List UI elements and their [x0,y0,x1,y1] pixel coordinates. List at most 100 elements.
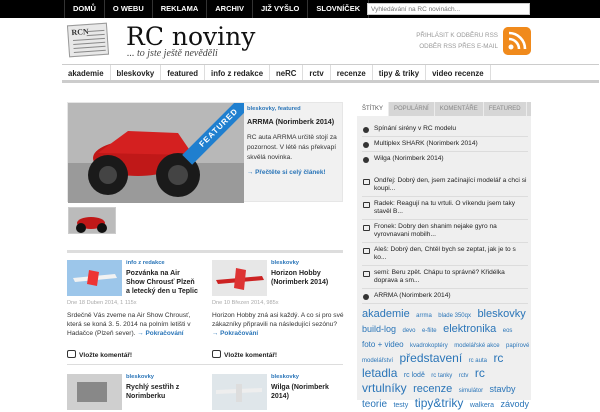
top-nav: DOMŮ O WEBU REKLAMA ARCHIV JIŽ VYŠLO SLO… [64,0,370,18]
topnav-glossary[interactable]: SLOVNÍČEK [308,0,370,18]
featured-item[interactable]: ARRMA (Norimberk 2014) [362,289,528,304]
tag-link[interactable]: arrma [416,313,432,319]
tag-link[interactable]: devo [402,328,415,334]
post-title[interactable]: Pozvánka na Air Show Chrousť Plzeň a let… [126,269,198,296]
topnav-ads[interactable]: REKLAMA [153,0,208,18]
post-date: Dne 18 Duben 2014, 1 115x [67,300,137,306]
post-card: bleskovky Horizon Hobby (Norimberk 2014)… [212,260,344,360]
sidebar-list: Spínání sirény v RC modelu Multiplex SHA… [362,122,528,304]
popular-item[interactable]: Spínání sirény v RC modelu [362,122,528,137]
post-category[interactable]: bleskovky [271,374,299,380]
comment-item[interactable]: Aleš: Dobrý den, Chtěl bych se zeptat, j… [362,243,528,266]
tag-link[interactable]: simulátor [459,388,483,394]
post-card: info z redakce Pozvánka na Air Show Chro… [67,260,198,360]
cat-featured[interactable]: featured [161,65,206,80]
rss-subscribe-link[interactable]: PŘIHLÁSIT K ODBĚRU RSS [380,30,498,41]
cat-bleskovky[interactable]: bleskovky [111,65,162,80]
airplane-picture [67,260,122,296]
popular-item[interactable]: Wilga (Norimberk 2014) [362,152,528,166]
rss-email-link[interactable]: ODBĚR RSS PŘES E-MAIL [380,41,498,52]
tag-link[interactable]: stavby [490,384,516,394]
tab-comments[interactable]: KOMENTÁŘE [435,102,484,116]
featured-divider [67,250,343,253]
tag-link[interactable]: elektronika [443,323,496,335]
featured-title[interactable]: ARRMA (Norimberk 2014) [247,117,341,127]
tag-cloud: akademie arrma blade 350qx bleskovky bui… [362,307,532,412]
tag-link[interactable]: bleskovky [477,308,525,320]
tag-link[interactable]: teorie [362,399,387,410]
post-picture [67,374,122,410]
featured-excerpt: RC auta ARRMA určitě stojí za pozornost.… [247,134,337,161]
tag-link[interactable]: rc auta [469,358,487,364]
popular-item[interactable]: Multiplex SHARK (Norimberk 2014) [362,137,528,152]
post-comment-link[interactable]: Vložte komentář! [67,350,132,359]
tag-link[interactable]: testy [393,402,408,409]
site-title[interactable]: RC noviny [126,22,255,51]
post-excerpt-text: Horizon Hobby zná asi každý. A co si pro… [212,312,344,328]
category-nav: akademie bleskovky featured info z redak… [62,64,599,83]
cat-akademie[interactable]: akademie [62,65,111,80]
post-continue-link[interactable]: → Pokračování [212,330,258,337]
cat-recenze[interactable]: recenze [331,65,373,80]
comment-item[interactable]: Fronek: Dobry den shanim nejake gyro na … [362,220,528,243]
cat-info-z-redakce[interactable]: info z redakce [205,65,271,80]
cat-video-recenze[interactable]: video recenze [426,65,491,80]
tag-link[interactable]: recenze [413,383,452,395]
post-thumbnail[interactable] [67,260,122,296]
post-title[interactable]: Horizon Hobby (Norimberk 2014) [271,269,343,287]
featured-read-more[interactable]: → Přečtěte si celý článek! [247,168,341,178]
tag-link[interactable]: eos [503,328,513,334]
tag-link[interactable]: blade 350qx [438,313,471,319]
topnav-archive[interactable]: ARCHIV [207,0,254,18]
post-excerpt: Horizon Hobby zná asi každý. A co si pro… [212,311,344,339]
tag-link[interactable]: e-flite [422,328,437,334]
rss-links: PŘIHLÁSIT K ODBĚRU RSS ODBĚR RSS PŘES E-… [380,30,498,52]
tab-featured[interactable]: FEATURED [484,102,527,116]
site-tagline: ... to jste ještě nevěděli [127,48,218,59]
airplane-picture [212,374,267,410]
post-title[interactable]: Wilga (Norimberk 2014) [271,383,343,401]
post-title[interactable]: Rychlý sestřih z Norimberku [126,383,198,401]
comment-item[interactable]: Ondřej: Dobrý den, jsem začínající model… [362,174,528,197]
tag-link[interactable]: kvadrokoptéry [410,343,448,349]
post-category[interactable]: bleskovky [126,374,154,380]
tag-link[interactable]: tipy&triky [415,396,464,410]
featured-image[interactable]: FEATURED [68,103,244,203]
featured-meta[interactable]: bleskovky, featured [247,106,341,112]
logo-newspaper-icon[interactable]: RCN [66,22,110,58]
post-category[interactable]: info z redakce [126,260,165,266]
tag-link[interactable]: walkera [470,402,494,409]
featured-thumbnail[interactable] [68,207,116,234]
cat-nerc[interactable]: neRC [270,65,304,80]
post-comment-link[interactable]: Vložte komentář! [212,350,277,359]
topnav-home[interactable]: DOMŮ [64,0,105,18]
rss-icon[interactable] [503,27,531,55]
featured-slider: FEATURED bleskovky, featured ARRMA (Nori… [67,102,343,203]
post-category[interactable]: bleskovky [271,260,299,266]
tag-link[interactable]: rc tanky [431,373,452,379]
tag-link[interactable]: akademie [362,308,410,320]
tag-link[interactable]: závody [500,399,529,409]
tab-tags[interactable]: ŠTÍTKY [357,102,390,116]
comment-item[interactable]: semi: Beru zpět. Chápu to správně? Křidé… [362,266,528,289]
tab-popular[interactable]: POPULÁRNÍ [389,102,435,116]
cat-rctv[interactable]: rctv [303,65,331,80]
post-thumbnail[interactable] [212,260,267,296]
tag-link[interactable]: rc lodě [404,372,425,379]
search-input[interactable] [367,3,530,15]
comment-item[interactable]: Radek: Reagují na tu vrtuli. O víkendu j… [362,197,528,220]
tag-link[interactable]: foto + video [362,340,404,349]
post-date: Dne 10 Březen 2014, 985x [212,300,279,306]
topnav-about[interactable]: O WEBU [105,0,153,18]
thumbnail-car-picture [69,208,115,233]
cat-tipy-triky[interactable]: tipy & triky [373,65,427,80]
tag-link[interactable]: build-log [362,324,396,334]
tag-link[interactable]: představení [399,351,462,365]
sidebar-tabs: ŠTÍTKY POPULÁRNÍ KOMENTÁŘE FEATURED [357,102,531,116]
tag-link[interactable]: rctv [459,373,469,379]
post-thumbnail[interactable] [212,374,267,410]
topnav-published[interactable]: JIŽ VYŠLO [253,0,309,18]
post-thumbnail[interactable] [67,374,122,410]
post-continue-link[interactable]: → Pokračování [137,330,183,337]
tag-link[interactable]: modelářské akce [454,343,499,349]
